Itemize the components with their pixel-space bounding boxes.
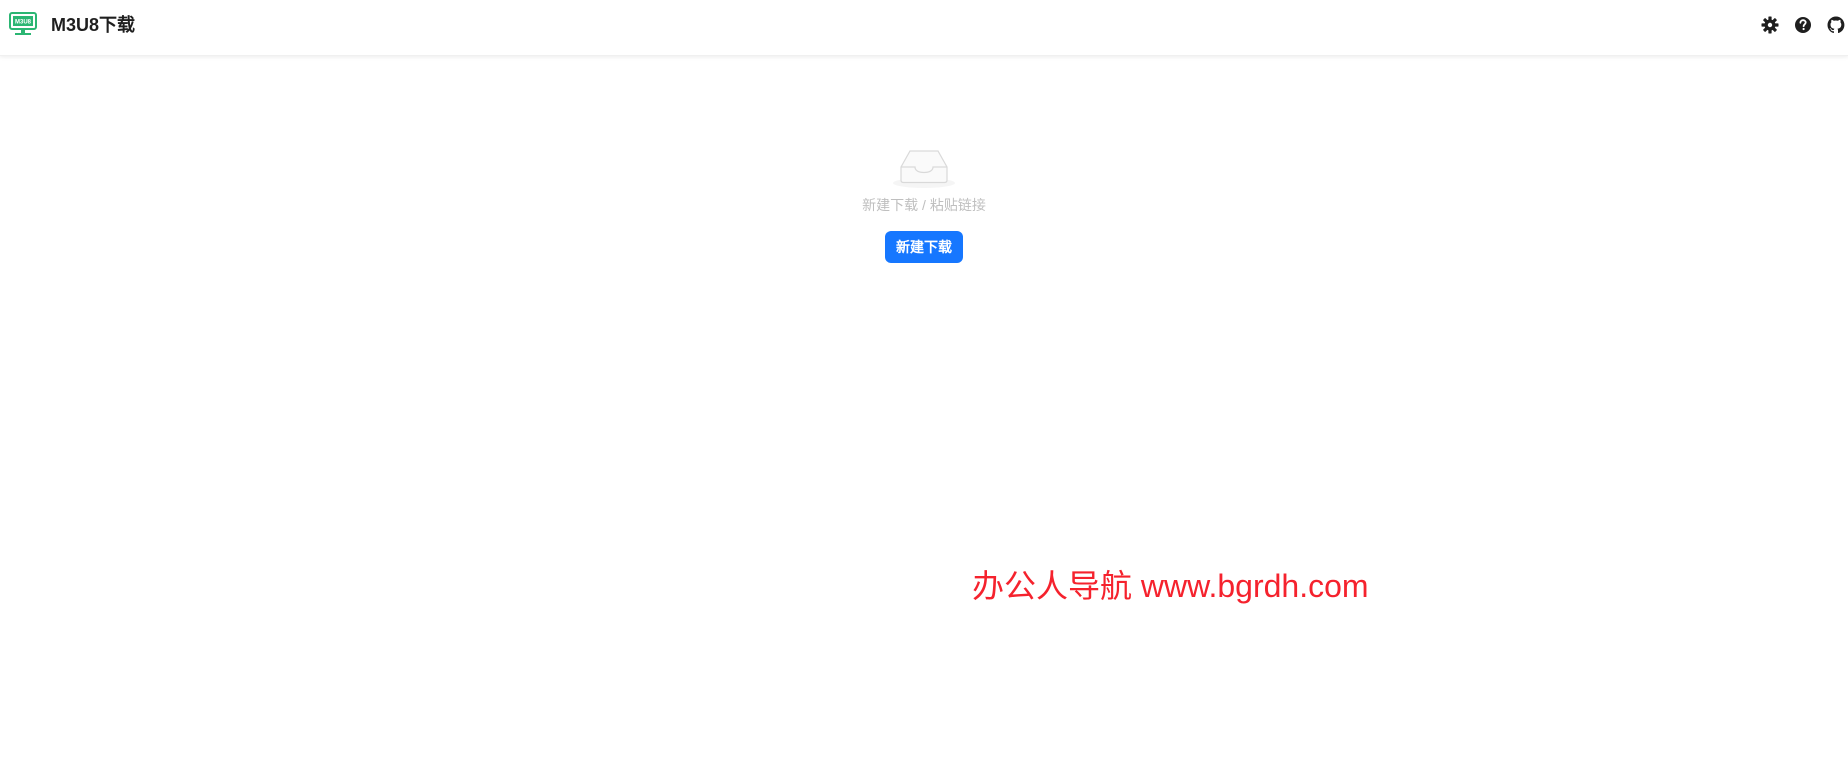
gear-icon[interactable] — [1760, 15, 1780, 35]
empty-state: 新建下载 / 粘贴链接 新建下载 — [824, 146, 1024, 263]
monitor-logo-icon: M3U8 — [9, 12, 37, 35]
empty-description: 新建下载 / 粘贴链接 — [862, 197, 986, 213]
question-circle-icon[interactable] — [1793, 15, 1813, 35]
main-content: 新建下载 / 粘贴链接 新建下载 办公人导航 www.bgrdh.com — [0, 56, 1848, 781]
logo-text: M3U8 — [15, 20, 32, 26]
app-title: M3U8下载 — [51, 15, 136, 35]
app-header: M3U8 M3U8下载 — [0, 0, 1848, 56]
empty-inbox-icon — [893, 150, 955, 188]
github-icon[interactable] — [1826, 15, 1846, 35]
watermark-text: 办公人导航 www.bgrdh.com — [972, 568, 1369, 604]
new-download-button[interactable]: 新建下载 — [885, 231, 963, 263]
